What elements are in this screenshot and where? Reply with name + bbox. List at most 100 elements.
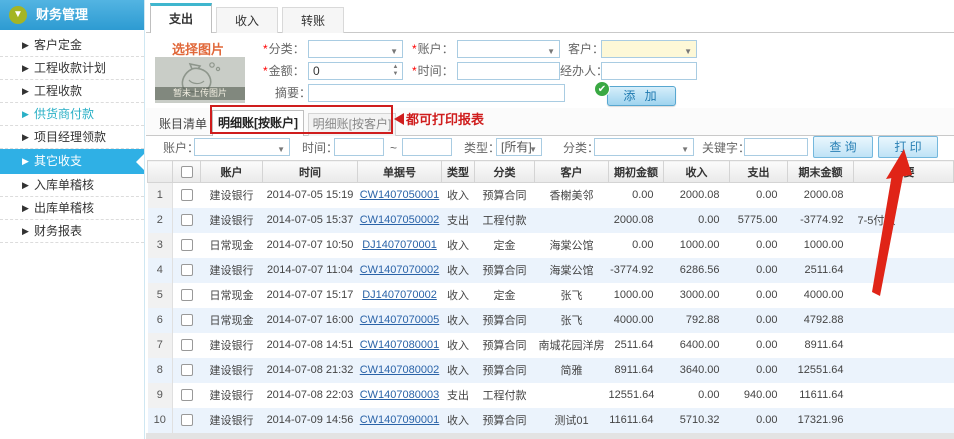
- cell-closing: 4792.88: [788, 308, 854, 333]
- cell-category: 预算合同: [475, 258, 535, 283]
- cell-expense: 0.00: [730, 258, 788, 283]
- cell-category: 预算合同: [475, 408, 535, 433]
- tab-0[interactable]: 支出: [150, 3, 212, 33]
- cell-opening: 0.00: [609, 183, 664, 208]
- amount-input[interactable]: 0▲▼: [308, 62, 403, 80]
- row-checkbox[interactable]: [181, 239, 193, 251]
- doc-link[interactable]: CW1407080001: [360, 339, 440, 351]
- filter-keyword-input[interactable]: [744, 138, 808, 156]
- doc-link[interactable]: CW1407070002: [360, 264, 440, 276]
- subtab-0[interactable]: 账目清单: [156, 114, 210, 134]
- choose-image-link[interactable]: 选择图片: [172, 39, 224, 58]
- sidebar-item-5[interactable]: ▶其它收支: [0, 149, 144, 174]
- chevron-down-icon: ▼: [277, 142, 285, 158]
- row-number: 8: [148, 358, 173, 383]
- triangle-bullet-icon: ▶: [22, 34, 29, 57]
- image-preview-box[interactable]: 暂未上传图片: [155, 57, 245, 103]
- select-all-checkbox[interactable]: [181, 166, 193, 178]
- doc-link[interactable]: CW1407070005: [360, 314, 440, 326]
- cell-doc: CW1407080003: [358, 383, 442, 408]
- sidebar-item-2[interactable]: ▶工程收款: [0, 80, 144, 103]
- summary-field-label: 摘要：: [275, 84, 311, 102]
- amount-field-label: *金额：: [263, 62, 305, 80]
- sidebar-item-8[interactable]: ▶财务报表: [0, 220, 144, 243]
- cell-income: 3640.00: [664, 358, 730, 383]
- row-checkbox[interactable]: [181, 364, 193, 376]
- triangle-bullet-icon: ▶: [22, 149, 29, 174]
- cell-income: 5710.32: [664, 408, 730, 433]
- sidebar-item-1[interactable]: ▶工程收款计划: [0, 57, 144, 80]
- filter-time-from-input[interactable]: [334, 138, 384, 156]
- cell-income: 2000.08: [664, 183, 730, 208]
- filter-type-select[interactable]: [所有]▼: [496, 138, 542, 156]
- row-checkbox[interactable]: [181, 389, 193, 401]
- row-checkbox[interactable]: [181, 264, 193, 276]
- add-button[interactable]: 添 加: [607, 86, 676, 106]
- doc-link[interactable]: CW1407050001: [360, 189, 440, 201]
- row-number: 2: [148, 208, 173, 233]
- collapse-chevron-icon[interactable]: ▼: [9, 6, 27, 24]
- cell-customer: 香榭美邻: [535, 183, 609, 208]
- sidebar-item-7[interactable]: ▶出库单稽核: [0, 197, 144, 220]
- search-button[interactable]: 查 询: [813, 136, 873, 158]
- cell-income: 1000.00: [664, 233, 730, 258]
- cell-closing: 1000.00: [788, 233, 854, 258]
- row-checkbox[interactable]: [181, 414, 193, 426]
- summary-input[interactable]: [308, 84, 565, 102]
- cell-closing: 8911.64: [788, 333, 854, 358]
- row-number: 10: [148, 408, 173, 433]
- col-header-0: 账户: [201, 161, 263, 183]
- row-checkbox[interactable]: [181, 214, 193, 226]
- customer-select[interactable]: ▼: [601, 40, 697, 58]
- range-separator: ~: [390, 139, 397, 157]
- sidebar-item-3[interactable]: ▶供货商付款: [0, 103, 144, 126]
- operator-input[interactable]: [601, 62, 697, 80]
- doc-link[interactable]: CW1407080002: [360, 364, 440, 376]
- filter-time-to-input[interactable]: [402, 138, 452, 156]
- sidebar-header[interactable]: ▼ 财务管理: [0, 0, 144, 30]
- subtab-1[interactable]: 明细账[按账户]: [212, 110, 304, 136]
- doc-link[interactable]: CW1407080003: [360, 389, 440, 401]
- doc-link[interactable]: CW1407090001: [360, 414, 440, 426]
- cell-doc: CW1407050002: [358, 208, 442, 233]
- filter-account-select[interactable]: ▼: [194, 138, 290, 156]
- cell-doc: CW1407080001: [358, 333, 442, 358]
- tab-2[interactable]: 转账: [282, 7, 344, 33]
- doc-link[interactable]: DJ1407070002: [362, 289, 437, 301]
- tab-1[interactable]: 收入: [216, 7, 278, 33]
- subtab-2[interactable]: 明细账[按客户]: [308, 113, 396, 136]
- table-row: 9建设银行2014-07-08 22:03CW1407080003支出工程付款1…: [148, 383, 954, 408]
- sidebar-item-0[interactable]: ▶客户定金: [0, 34, 144, 57]
- cell-expense: 0.00: [730, 308, 788, 333]
- rownum-header: [148, 161, 173, 183]
- cell-closing: 12551.64: [788, 358, 854, 383]
- doc-link[interactable]: DJ1407070001: [362, 239, 437, 251]
- cell-type: 收入: [442, 183, 475, 208]
- col-header-9: 期末金额: [788, 161, 854, 183]
- spinner-arrows-icon[interactable]: ▲▼: [391, 64, 400, 78]
- cell-account: 建设银行: [201, 358, 263, 383]
- row-checkbox[interactable]: [181, 339, 193, 351]
- doc-link[interactable]: CW1407050002: [360, 214, 440, 226]
- sidebar-item-6[interactable]: ▶入库单稽核: [0, 174, 144, 197]
- account-select[interactable]: ▼: [457, 40, 560, 58]
- cell-customer: 张飞: [535, 283, 609, 308]
- cell-opening: 2000.08: [609, 208, 664, 233]
- cell-account: 日常现金: [201, 233, 263, 258]
- cell-summary: [854, 383, 954, 408]
- filter-category-select[interactable]: ▼: [594, 138, 694, 156]
- print-button[interactable]: 打 印: [878, 136, 938, 158]
- time-input[interactable]: [457, 62, 560, 80]
- table-row: 8建设银行2014-07-08 21:32CW1407080002收入预算合同简…: [148, 358, 954, 383]
- cell-type: 收入: [442, 258, 475, 283]
- row-checkbox[interactable]: [181, 189, 193, 201]
- triangle-bullet-icon: ▶: [22, 220, 29, 243]
- sidebar-item-4[interactable]: ▶项目经理领款: [0, 126, 144, 149]
- row-checkbox[interactable]: [181, 289, 193, 301]
- cell-time: 2014-07-07 11:04: [263, 258, 358, 283]
- row-number: 1: [148, 183, 173, 208]
- cell-expense: 940.00: [730, 383, 788, 408]
- category-select[interactable]: ▼: [308, 40, 403, 58]
- cell-income: 6286.56: [664, 258, 730, 283]
- row-checkbox[interactable]: [181, 314, 193, 326]
